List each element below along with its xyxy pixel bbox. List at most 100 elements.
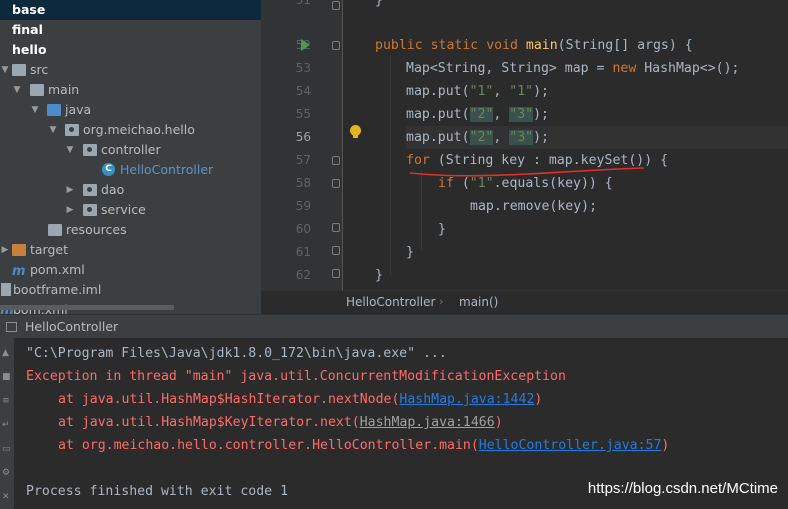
indent-guide	[421, 170, 422, 250]
run-gutter-icon[interactable]	[301, 39, 310, 51]
chevron-down-icon[interactable]: ▼	[65, 140, 75, 160]
indent-guide	[390, 55, 391, 275]
code-text: public static void main(String[] args) {	[375, 38, 693, 53]
code-line: map.put("1", "1");	[406, 80, 788, 103]
breadcrumb-method[interactable]: main()	[459, 291, 498, 313]
code-line: }	[375, 0, 788, 12]
tree-item-label: resources	[66, 222, 127, 237]
stack-trace-text: at java.util.HashMap$HashIterator.nextNo…	[58, 392, 400, 407]
java-class-icon: C	[102, 163, 115, 176]
code-text: }	[406, 245, 414, 260]
stack-trace-line: at java.util.HashMap$HashIterator.nextNo…	[58, 388, 542, 411]
stack-trace-text: )	[661, 438, 670, 453]
chevron-right-icon[interactable]: ▶	[0, 240, 10, 260]
package-icon	[65, 124, 79, 136]
fold-marker-icon[interactable]	[332, 269, 340, 278]
line-number: 54	[295, 84, 311, 98]
tree-item-target[interactable]: ▶ target	[0, 240, 261, 260]
run-toolbar: ▲ ■ ≡ ↵ ▭ ⚙ ✕	[0, 338, 14, 509]
line-number: 62	[295, 268, 311, 282]
chevron-down-icon[interactable]: ▼	[0, 60, 10, 80]
tree-item-iml[interactable]: bootframe.iml	[0, 280, 261, 300]
console-exception-line: Exception in thread "main" java.util.Con…	[26, 369, 566, 384]
line-number: 57	[295, 153, 311, 167]
chevron-down-icon[interactable]: ▼	[12, 80, 22, 100]
code-text: map.remove(key);	[470, 199, 598, 214]
tree-item-final[interactable]: final	[0, 20, 261, 40]
breadcrumb-file[interactable]: HelloController	[346, 291, 435, 313]
tree-item-controller[interactable]: ▼ controller	[0, 140, 261, 160]
delete-icon[interactable]: ✕	[2, 493, 11, 502]
tree-item-src[interactable]: ▼ src	[0, 60, 261, 80]
tree-item-hello[interactable]: hello	[0, 40, 261, 60]
line-number: 60	[295, 222, 311, 236]
line-number: 53	[295, 61, 311, 75]
tree-item-package[interactable]: ▼ org.meichao.hello	[0, 120, 261, 140]
tree-item-label: main	[48, 82, 80, 97]
horizontal-scrollbar[interactable]	[0, 305, 174, 310]
package-icon	[83, 144, 97, 156]
stack-trace-text: at java.util.HashMap$KeyIterator.next(	[58, 415, 360, 430]
fold-marker-icon[interactable]	[332, 156, 340, 165]
chevron-down-icon[interactable]: ▼	[30, 100, 40, 120]
code-text: Map<String, String> map = new HashMap<>(…	[406, 61, 740, 76]
code-line: }	[406, 241, 788, 264]
breadcrumb: HelloController › main()	[261, 290, 788, 315]
tree-item-label: hello	[12, 42, 47, 57]
tree-item-dao[interactable]: ▶ dao	[0, 180, 261, 200]
tree-item-service[interactable]: ▶ service	[0, 200, 261, 220]
code-text: map.put("2", "3");	[406, 130, 549, 145]
fold-marker-icon[interactable]	[332, 179, 340, 188]
run-tab[interactable]: HelloController	[25, 315, 118, 339]
resources-folder-icon	[48, 224, 62, 236]
print-icon[interactable]: ▭	[2, 445, 11, 454]
maven-icon: m	[12, 264, 26, 279]
stack-trace-text: at org.meichao.hello.controller.HelloCon…	[58, 438, 479, 453]
stack-trace-link[interactable]: HashMap.java:1466	[360, 415, 495, 430]
tree-item-label: controller	[101, 142, 161, 157]
fold-marker-icon[interactable]	[332, 1, 340, 10]
watermark: https://blog.csdn.net/MCtime	[587, 480, 778, 497]
excluded-folder-icon	[12, 244, 26, 256]
folder-icon	[12, 64, 26, 76]
settings-icon[interactable]: ⚙	[2, 469, 11, 478]
fold-marker-icon[interactable]	[332, 41, 340, 50]
scroll-icon[interactable]: ≡	[2, 397, 11, 406]
fold-marker-icon[interactable]	[332, 246, 340, 255]
project-tree: base final hello ▼ src ▼ main ▼ java ▼ o…	[0, 0, 261, 314]
stack-trace-line: at java.util.HashMap$KeyIterator.next(Ha…	[58, 411, 503, 434]
tree-item-label: service	[101, 202, 146, 217]
tree-item-label: java	[65, 102, 92, 117]
tree-item-base[interactable]: base	[0, 0, 261, 20]
tree-item-label: bootframe.iml	[13, 282, 102, 297]
chevron-right-icon: ›	[439, 295, 444, 308]
chevron-down-icon[interactable]: ▼	[48, 120, 58, 140]
console-command-line: "C:\Program Files\Java\jdk1.8.0_172\bin\…	[26, 346, 447, 361]
lightbulb-icon[interactable]	[350, 125, 361, 138]
tree-item-label: final	[12, 22, 43, 37]
rerun-icon[interactable]: ▲	[2, 349, 11, 358]
tree-item-label: base	[12, 2, 46, 17]
line-number: 55	[295, 107, 311, 121]
code-line: map.remove(key);	[470, 195, 788, 218]
tree-item-java[interactable]: ▼ java	[0, 100, 261, 120]
line-number: 59	[295, 199, 311, 213]
tree-item-pom[interactable]: m pom.xml	[0, 260, 261, 280]
tree-item-hellocontroller[interactable]: C HelloController	[0, 160, 261, 180]
tree-item-label: dao	[101, 182, 125, 197]
chevron-right-icon[interactable]: ▶	[65, 200, 75, 220]
tree-item-resources[interactable]: resources	[0, 220, 261, 240]
stack-trace-text: )	[534, 392, 543, 407]
tree-item-label: HelloController	[120, 162, 214, 177]
wrap-icon[interactable]: ↵	[2, 421, 11, 430]
chevron-right-icon[interactable]: ▶	[65, 180, 75, 200]
tree-item-label: target	[30, 242, 69, 257]
red-annotation-underline	[409, 167, 645, 177]
stack-trace-link[interactable]: HelloController.java:57	[479, 438, 662, 453]
stop-icon[interactable]: ■	[2, 373, 11, 382]
fold-marker-icon[interactable]	[332, 223, 340, 232]
tree-item-main[interactable]: ▼ main	[0, 80, 261, 100]
code-editor[interactable]: } public static void main(String[] args)…	[343, 0, 788, 290]
stack-trace-link[interactable]: HashMap.java:1442	[399, 392, 534, 407]
stack-trace-line: at org.meichao.hello.controller.HelloCon…	[58, 434, 669, 457]
